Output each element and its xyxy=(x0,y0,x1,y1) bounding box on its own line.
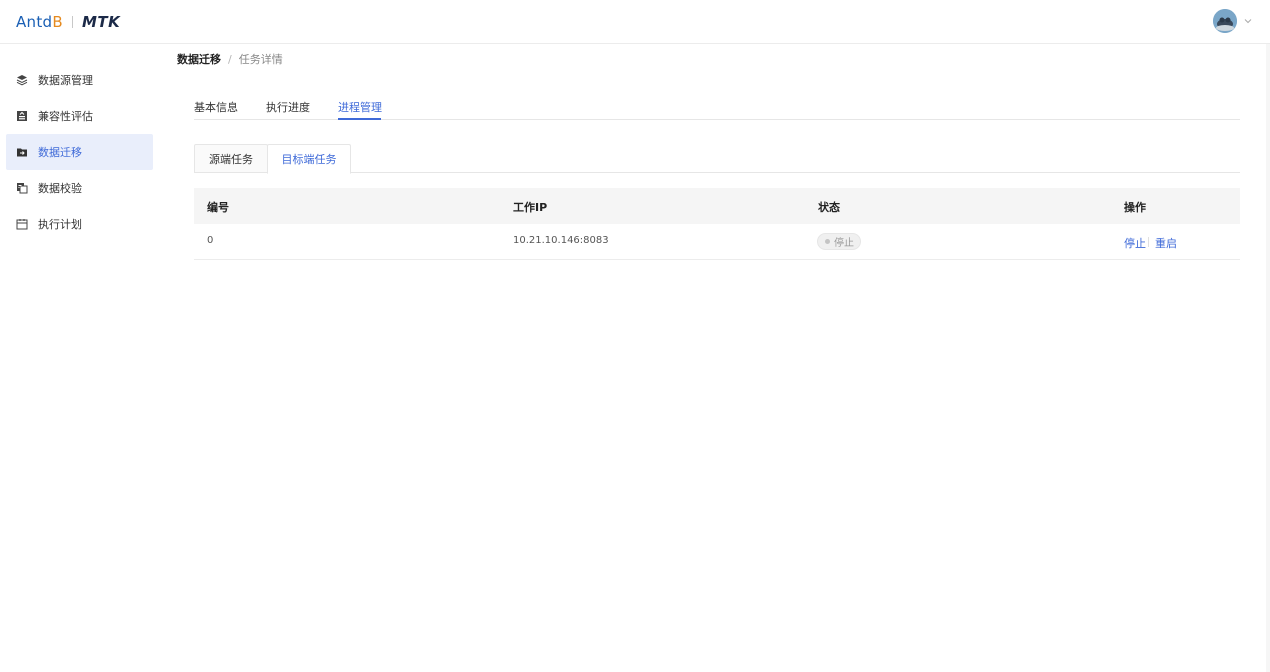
tab-basic-info[interactable]: 基本信息 xyxy=(194,99,238,115)
breadcrumb: 数据迁移 / 任务详情 xyxy=(177,51,283,67)
sidebar-item-label: 数据迁移 xyxy=(38,146,82,159)
tab-progress[interactable]: 执行进度 xyxy=(266,99,310,115)
calendar-icon xyxy=(16,218,28,230)
breadcrumb-parent[interactable]: 数据迁移 xyxy=(177,51,221,67)
cell-ip: 10.21.10.146:8083 xyxy=(513,235,609,246)
assessment-icon xyxy=(16,110,28,122)
status-dot-icon xyxy=(825,239,830,244)
logo-divider xyxy=(71,16,73,28)
chevron-down-icon[interactable] xyxy=(1243,15,1253,25)
subtab-target-task[interactable]: 目标端任务 xyxy=(267,144,351,174)
sidebar-item-label: 数据校验 xyxy=(38,182,82,195)
cell-id: 0 xyxy=(207,235,214,246)
subtab-source-task[interactable]: 源端任务 xyxy=(194,144,268,173)
breadcrumb-current: 任务详情 xyxy=(238,53,283,66)
user-avatar[interactable] xyxy=(1213,9,1237,33)
sidebar-item-datasource[interactable]: 数据源管理 xyxy=(6,62,153,98)
tab-process-management[interactable]: 进程管理 xyxy=(338,99,382,115)
sidebar-item-migration[interactable]: 数据迁移 xyxy=(6,134,153,170)
column-header-ip: 工作IP xyxy=(513,201,548,214)
main-tabs: 基本信息 执行进度 进程管理 xyxy=(194,93,1240,120)
sidebar-item-label: 兼容性评估 xyxy=(38,110,93,123)
folder-transfer-icon xyxy=(16,146,28,158)
action-divider xyxy=(1148,237,1149,247)
column-header-status: 状态 xyxy=(818,201,840,214)
sidebar-item-label: 执行计划 xyxy=(38,218,82,231)
status-badge: 停止 xyxy=(817,233,861,250)
breadcrumb-separator: / xyxy=(228,52,232,66)
column-header-id: 编号 xyxy=(207,201,229,214)
app-logo[interactable]: AntdB MTK xyxy=(16,12,120,32)
top-header: AntdB MTK xyxy=(0,0,1270,44)
sidebar: 数据源管理 兼容性评估 数据迁移 数据校验 执行计划 xyxy=(0,45,160,672)
sub-tabs: 源端任务 目标端任务 xyxy=(194,144,1240,174)
sidebar-item-plan[interactable]: 执行计划 xyxy=(6,206,153,242)
compare-icon xyxy=(16,182,28,194)
sidebar-item-compatibility[interactable]: 兼容性评估 xyxy=(6,98,153,134)
process-table: 编号 工作IP 状态 操作 0 10.21.10.146:8083 停止 停止 … xyxy=(194,188,1240,260)
tab-active-indicator xyxy=(338,118,381,120)
layers-icon xyxy=(16,74,28,86)
sidebar-item-label: 数据源管理 xyxy=(38,74,93,87)
status-label: 停止 xyxy=(834,238,854,249)
product-name: MTK xyxy=(81,13,121,31)
scrollbar-track[interactable] xyxy=(1266,44,1270,672)
stop-button[interactable]: 停止 xyxy=(1124,235,1146,251)
antdb-logo: AntdB xyxy=(16,13,63,31)
sidebar-item-validation[interactable]: 数据校验 xyxy=(6,170,153,206)
table-header: 编号 工作IP 状态 操作 xyxy=(194,188,1240,224)
restart-button[interactable]: 重启 xyxy=(1155,235,1177,251)
table-row: 0 10.21.10.146:8083 停止 停止 重启 xyxy=(194,224,1240,260)
column-header-actions: 操作 xyxy=(1124,201,1146,214)
